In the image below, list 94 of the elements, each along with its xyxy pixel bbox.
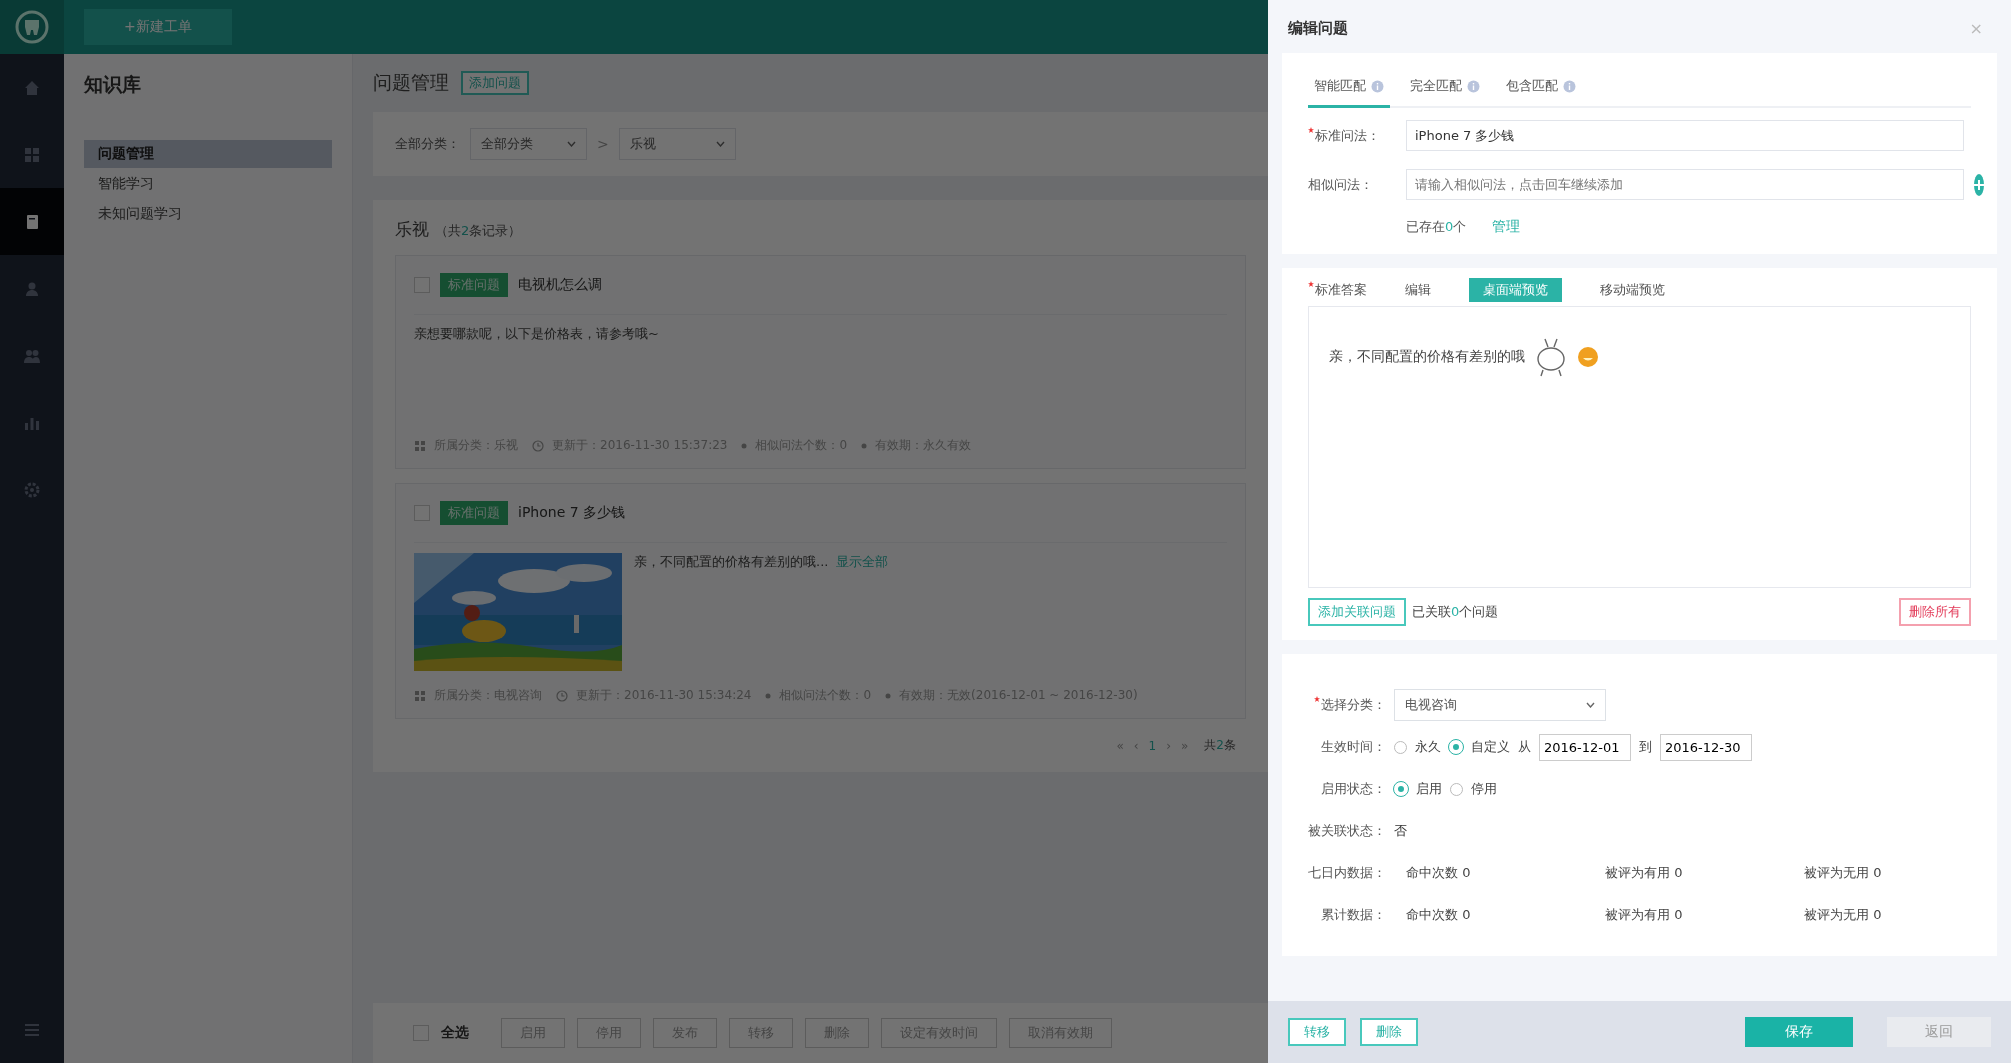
- radio-label: 永久: [1415, 738, 1441, 756]
- date-field[interactable]: 2016-12-01: [1539, 733, 1631, 761]
- category-select[interactable]: 电视咨询: [1394, 689, 1606, 721]
- tooth-logo-icon: [15, 10, 49, 44]
- clock-icon: [556, 689, 568, 702]
- answer-tab[interactable]: 编辑: [1391, 278, 1445, 302]
- category-select[interactable]: 全部分类: [470, 128, 587, 160]
- add-button[interactable]: [1974, 173, 1984, 196]
- match-tab[interactable]: 智能匹配: [1308, 63, 1390, 108]
- footer-action-button[interactable]: 删除: [1360, 1018, 1418, 1046]
- to-label: 到: [1639, 738, 1652, 756]
- match-tab[interactable]: 包含匹配: [1500, 63, 1582, 108]
- match-tab[interactable]: 完全匹配: [1404, 63, 1486, 108]
- category-icon: [414, 689, 426, 702]
- list-title: 乐视: [395, 219, 429, 239]
- round-emoji-icon: [1577, 346, 1599, 368]
- info-icon: [1467, 79, 1480, 93]
- filter-label: 全部分类：: [395, 135, 460, 153]
- add-related-button[interactable]: 添加关联问题: [1308, 598, 1406, 626]
- caret-icon: [715, 141, 725, 147]
- preview-text: 亲，不同配置的价格有差别的哦: [1329, 348, 1525, 366]
- page-total: 共2条: [1204, 737, 1236, 754]
- question-tag: 标准问题: [440, 501, 508, 525]
- delete-all-button[interactable]: 删除所有: [1899, 598, 1971, 626]
- related-count-text: 已关联0个问题: [1412, 603, 1499, 621]
- field-label: 启用状态：: [1320, 780, 1386, 798]
- drawer-title: 编辑问题: [1288, 19, 1348, 38]
- field-label: 被关联状态：: [1307, 822, 1386, 840]
- from-label: 从: [1518, 738, 1531, 756]
- page-link[interactable]: «: [1116, 738, 1124, 753]
- breadcrumb-separator: >: [597, 136, 609, 152]
- plus-icon: [1974, 179, 1984, 190]
- answer-text: 亲想要哪款呢，以下是价格表，请参考哦~: [414, 325, 659, 343]
- sidebar-item[interactable]: 智能学习: [84, 170, 332, 198]
- show-all-link[interactable]: 显示全部: [836, 554, 889, 569]
- new-ticket-button[interactable]: +新建工单: [84, 9, 232, 45]
- page-link[interactable]: »: [1181, 738, 1189, 753]
- field-label: 标准问法：: [1308, 126, 1396, 145]
- field-label: 相似问法：: [1308, 175, 1374, 194]
- page-title: 问题管理: [373, 70, 449, 95]
- caret-icon: [1586, 702, 1595, 708]
- stat-value: 命中次数 0: [1405, 864, 1472, 882]
- answer-tab[interactable]: 移动端预览: [1586, 278, 1679, 302]
- similar-question-field[interactable]: 请输入相似问法，点击回车继续添加: [1406, 169, 1964, 200]
- page-link[interactable]: ›: [1166, 738, 1171, 753]
- add-question-button[interactable]: 添加问题: [461, 71, 529, 95]
- clock-icon: [532, 439, 544, 452]
- save-button[interactable]: 保存: [1745, 1017, 1853, 1047]
- answer-tab[interactable]: 桌面端预览: [1469, 278, 1562, 302]
- manage-link[interactable]: 管理: [1492, 218, 1521, 236]
- stat-value: 被评为有用 0: [1604, 906, 1684, 924]
- category-select[interactable]: 乐视: [618, 128, 736, 160]
- question-tag: 标准问题: [440, 273, 508, 297]
- select-all-label: 全选: [441, 1024, 469, 1042]
- caret-icon: [567, 141, 576, 147]
- stat-value: 被评为无用 0: [1803, 906, 1883, 924]
- info-icon: [1371, 79, 1384, 93]
- home-icon: [23, 78, 41, 97]
- standard-question-field[interactable]: iPhone 7 多少钱: [1406, 120, 1964, 151]
- record-count: （共2条记录）: [435, 223, 522, 238]
- footer-action-button[interactable]: 转移: [1288, 1018, 1346, 1046]
- question-title: 电视机怎么调: [518, 276, 602, 294]
- sidebar-title: 知识库: [84, 72, 142, 97]
- settings-icon: [23, 480, 41, 499]
- field-label: 选择分类：: [1296, 696, 1386, 714]
- page-link[interactable]: ‹: [1133, 738, 1139, 753]
- info-icon: [1563, 79, 1576, 93]
- radio-label: 启用: [1416, 780, 1442, 798]
- radio-label: 自定义: [1471, 738, 1510, 756]
- grid-icon: [23, 145, 41, 164]
- category-icon: [414, 439, 426, 452]
- field-label: 生效时间：: [1320, 738, 1386, 756]
- similar-count-text: 已存在0个: [1406, 218, 1467, 236]
- bullet-icon: [741, 442, 748, 449]
- back-button[interactable]: 返回: [1887, 1017, 1991, 1047]
- stat-value: 命中次数 0: [1405, 906, 1472, 924]
- sidebar-item[interactable]: 问题管理: [84, 140, 332, 168]
- field-label: 累计数据：: [1320, 906, 1386, 924]
- sidebar-item[interactable]: 未知问题学习: [84, 200, 332, 228]
- bullet-icon: [861, 442, 868, 449]
- linked-state-value: 否: [1394, 822, 1407, 840]
- answer-text: 亲，不同配置的价格有差别的哦...: [634, 554, 829, 569]
- page-link[interactable]: 1: [1148, 738, 1157, 753]
- book-nav-button[interactable]: [0, 188, 64, 255]
- date-field[interactable]: 2016-12-30: [1660, 733, 1752, 761]
- bullet-icon: [885, 692, 892, 699]
- bullet-icon: [765, 692, 772, 699]
- stat-value: 被评为无用 0: [1803, 864, 1883, 882]
- stat-value: 被评为有用 0: [1604, 864, 1684, 882]
- field-label: 标准答案: [1308, 281, 1367, 299]
- question-title: iPhone 7 多少钱: [518, 504, 626, 522]
- close-button[interactable]: ×: [1963, 18, 1989, 39]
- field-label: 七日内数据：: [1307, 864, 1386, 882]
- radio-label: 停用: [1471, 780, 1497, 798]
